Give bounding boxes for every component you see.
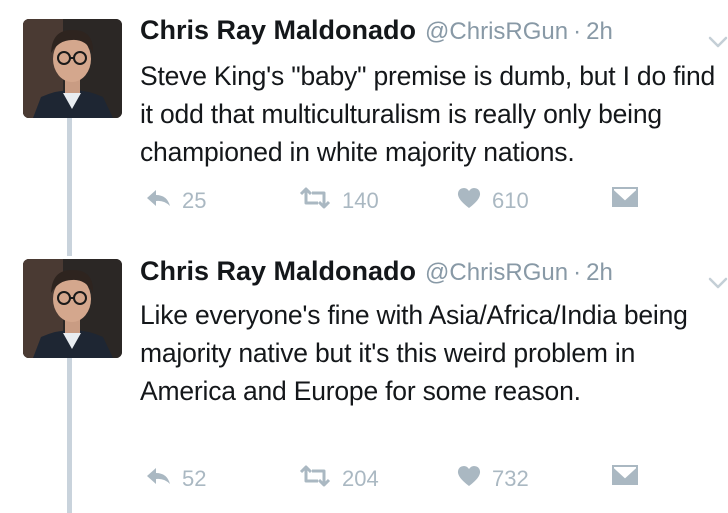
author-handle[interactable]: @ChrisRGun (425, 259, 568, 287)
retweet-count: 140 (342, 187, 379, 213)
author-name[interactable]: Chris Ray Maldonado (140, 256, 416, 287)
direct-message-icon (612, 187, 638, 212)
reply-count: 25 (182, 187, 207, 213)
like-button[interactable]: 610 (456, 187, 529, 214)
reply-button[interactable]: 52 (144, 465, 206, 492)
tweet-actions: 52 204 732 (140, 465, 700, 495)
like-count: 732 (492, 465, 529, 491)
timestamp[interactable]: 2h (586, 259, 613, 287)
tweet-text: Steve King's "baby" premise is dumb, but… (140, 61, 716, 167)
retweet-icon (298, 465, 332, 492)
reply-count: 52 (182, 465, 207, 491)
retweet-button[interactable]: 140 (298, 187, 379, 214)
avatar[interactable] (23, 19, 122, 118)
avatar[interactable] (23, 259, 122, 358)
separator: · (573, 259, 582, 286)
direct-message-button[interactable] (612, 187, 638, 212)
heart-icon (456, 465, 482, 492)
like-count: 610 (492, 187, 529, 213)
reply-icon (144, 187, 172, 214)
heart-icon (456, 187, 482, 214)
tweet[interactable]: Chris Ray Maldonado @ChrisRGun · 2h Like… (0, 256, 728, 513)
retweet-button[interactable]: 204 (298, 465, 379, 492)
direct-message-icon (612, 465, 638, 490)
chevron-down-icon[interactable] (708, 276, 728, 294)
timestamp[interactable]: 2h (586, 18, 613, 46)
retweet-count: 204 (342, 465, 379, 491)
direct-message-button[interactable] (612, 465, 638, 490)
tweet-actions: 25 140 610 (140, 187, 700, 217)
tweet-header: Chris Ray Maldonado @ChrisRGun · 2h (140, 256, 613, 296)
separator: · (573, 18, 582, 45)
reply-icon (144, 465, 172, 492)
author-handle[interactable]: @ChrisRGun (425, 18, 568, 46)
like-button[interactable]: 732 (456, 465, 529, 492)
reply-button[interactable]: 25 (144, 187, 206, 214)
author-name[interactable]: Chris Ray Maldonado (140, 15, 416, 46)
tweet-text: Like everyone's fine with Asia/Africa/In… (140, 300, 688, 406)
tweet[interactable]: Chris Ray Maldonado @ChrisRGun · 2h Stev… (0, 15, 728, 240)
tweet-header: Chris Ray Maldonado @ChrisRGun · 2h (140, 15, 613, 55)
chevron-down-icon[interactable] (708, 35, 728, 53)
retweet-icon (298, 187, 332, 214)
